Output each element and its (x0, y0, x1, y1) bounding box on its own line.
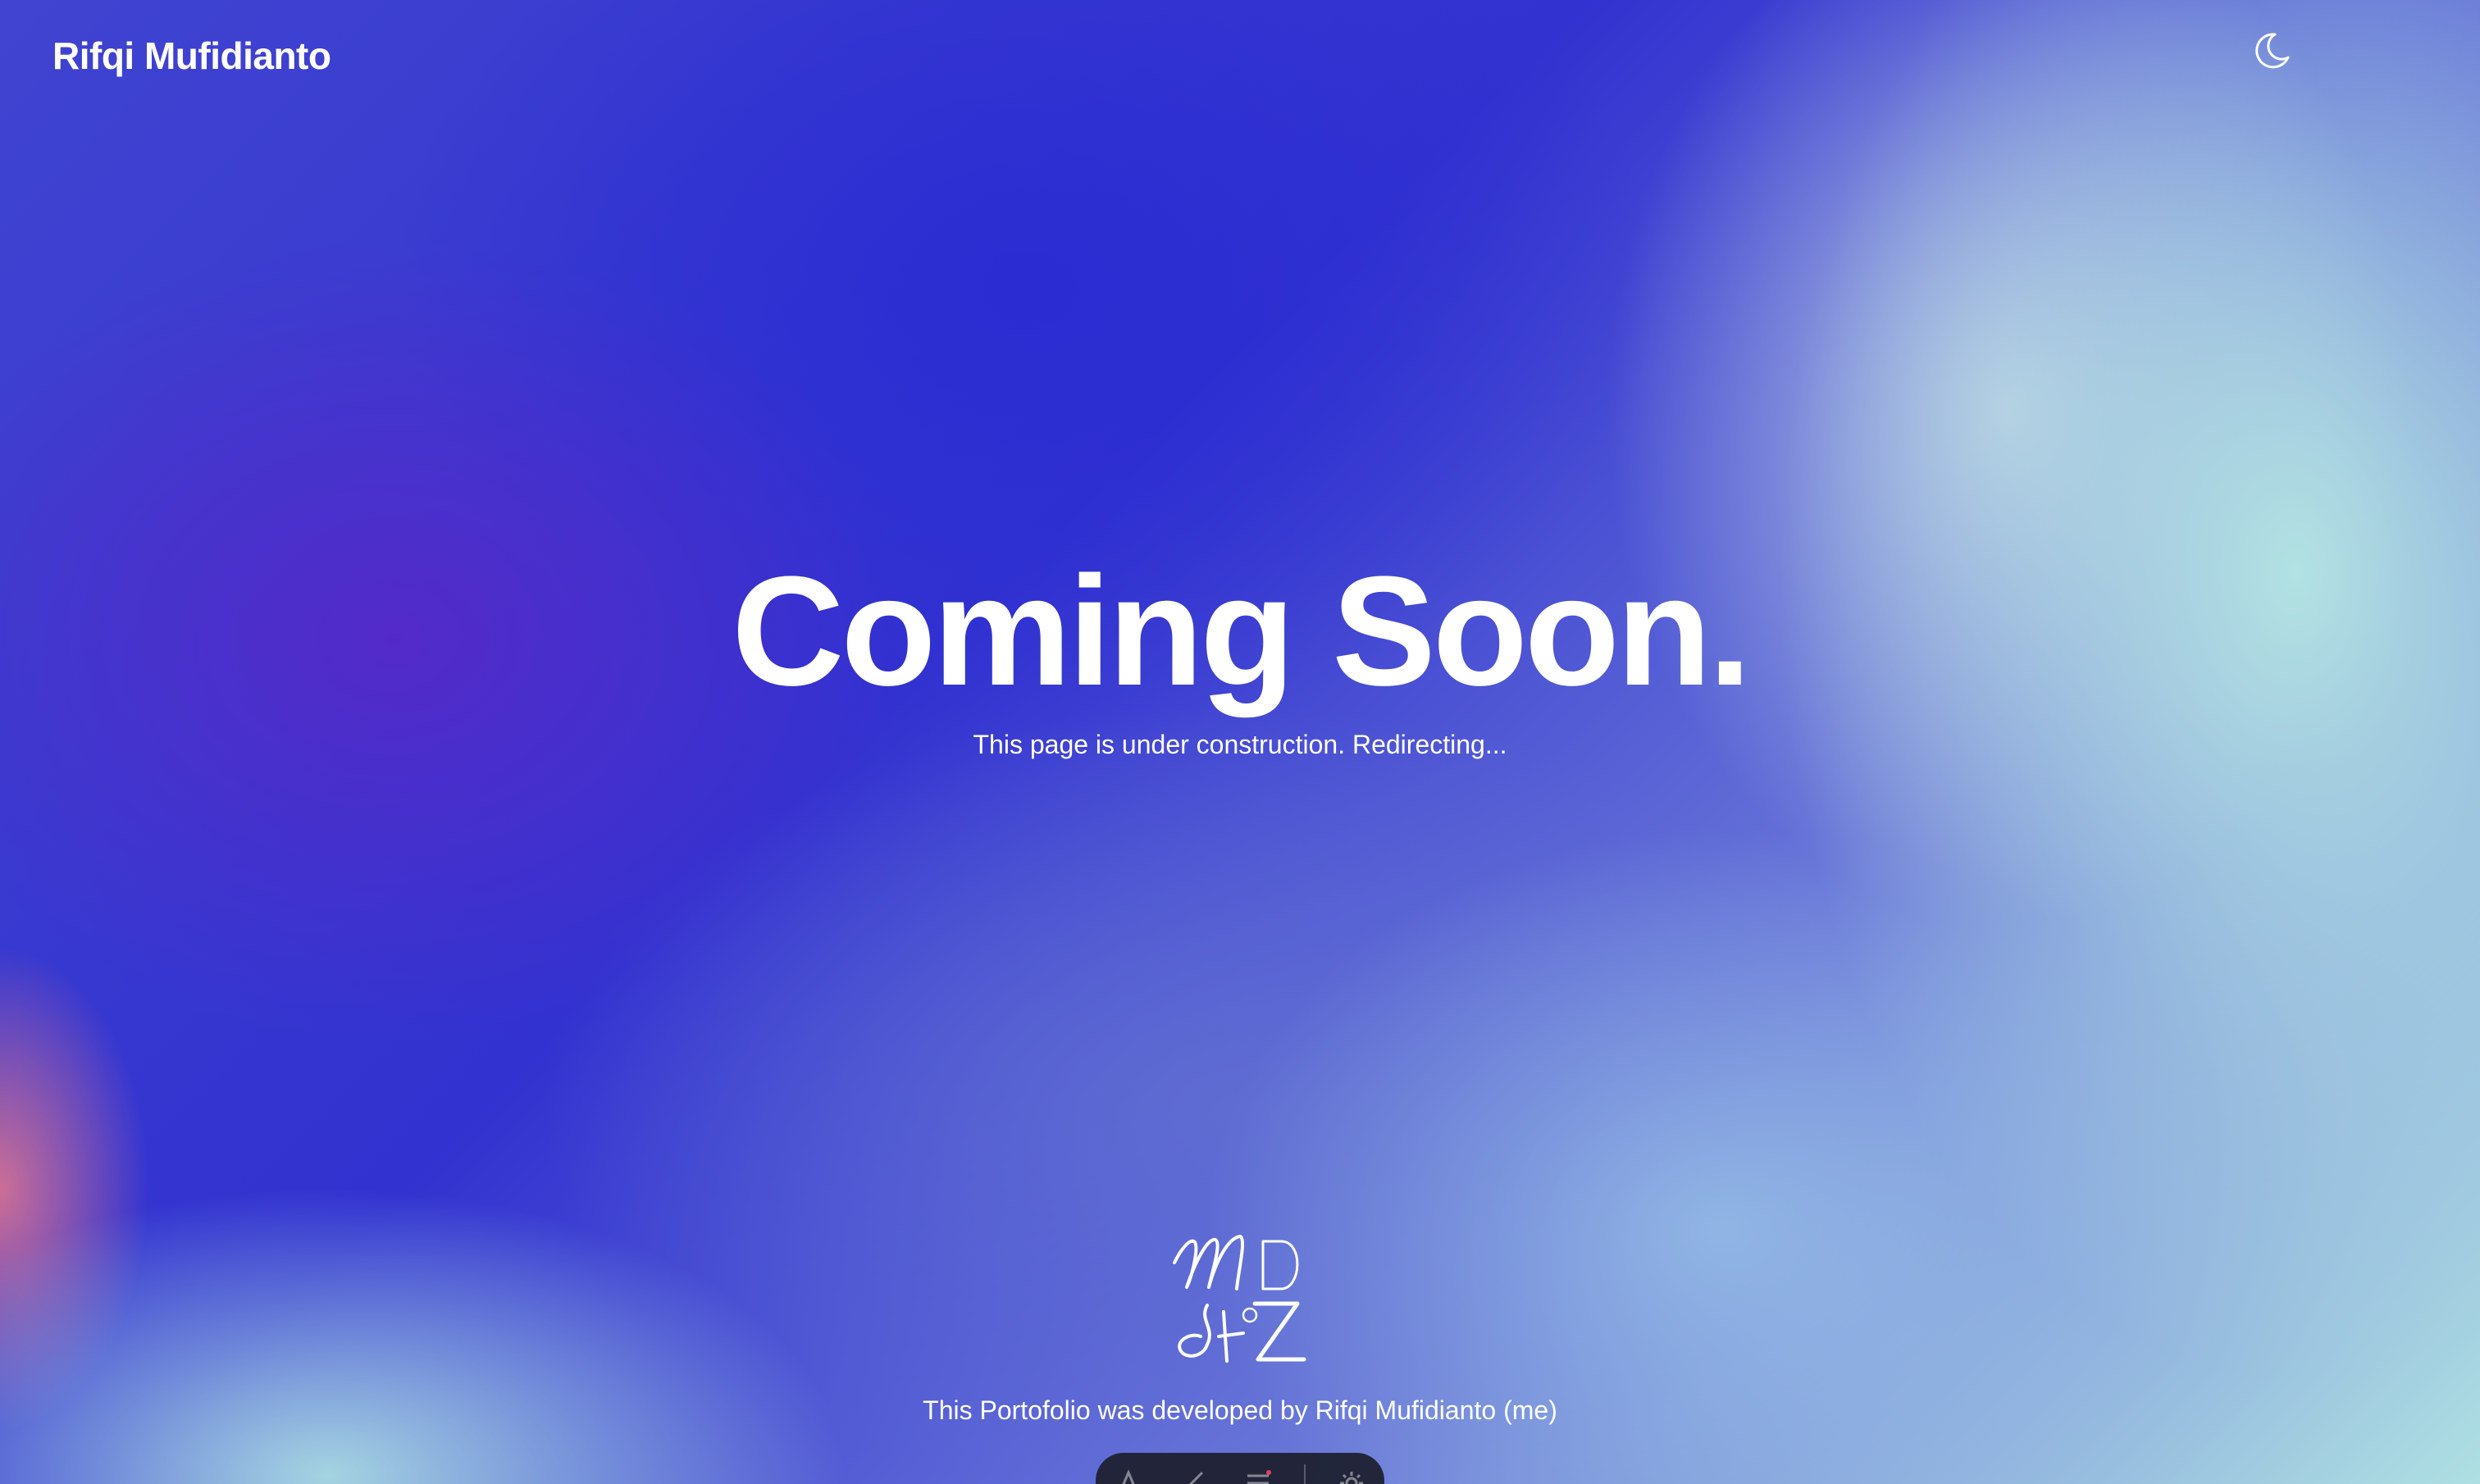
site-header: Rifqi Mufidianto (0, 0, 2480, 115)
menu-icon[interactable] (1239, 1464, 1277, 1484)
footer-credit: This Portofolio was developed by Rifqi M… (923, 1395, 1557, 1425)
page-subtitle: This page is under construction. Redirec… (973, 730, 1507, 759)
signature-logo (1173, 1235, 1306, 1363)
bottom-dock (1096, 1453, 1384, 1484)
site-footer: This Portofolio was developed by Rifqi M… (0, 1213, 2480, 1427)
hero-section: Coming Soon. This page is under construc… (0, 549, 2480, 761)
theme-toggle-button[interactable] (2247, 26, 2296, 75)
settings-icon[interactable] (1333, 1464, 1370, 1484)
brush-icon[interactable] (1174, 1464, 1212, 1484)
moon-icon (2255, 33, 2290, 69)
dock-divider (1304, 1464, 1306, 1484)
page-title: Coming Soon. (732, 544, 1752, 718)
font-icon[interactable] (1110, 1464, 1147, 1484)
brand-name[interactable]: Rifqi Mufidianto (52, 31, 331, 80)
